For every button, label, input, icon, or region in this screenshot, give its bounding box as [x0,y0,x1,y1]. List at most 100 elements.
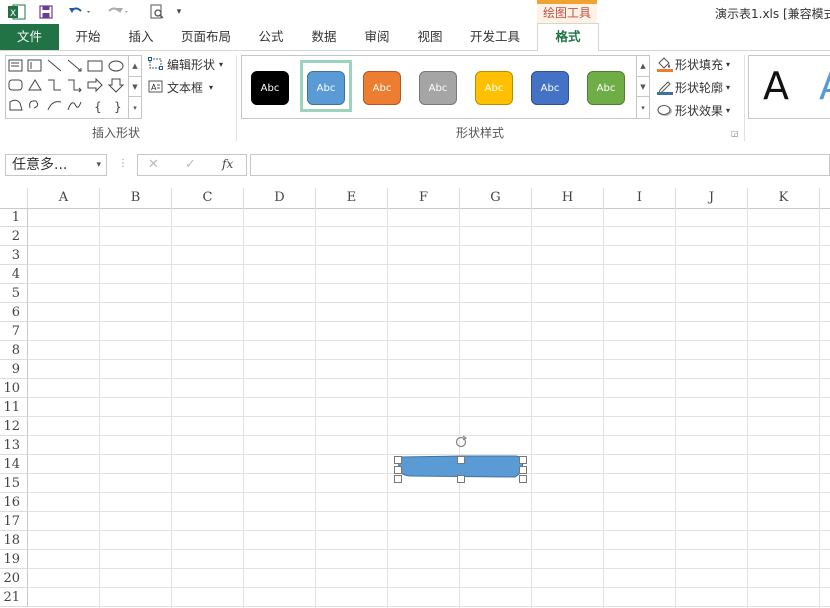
styles-scroll-up[interactable]: ▲ [636,56,649,76]
row-header-12[interactable]: 12 [0,417,28,436]
gridline-horizontal [28,416,830,417]
resize-handle-bottom-right[interactable] [519,475,527,483]
column-header-d[interactable]: D [244,188,316,208]
styles-scroll-down[interactable]: ▼ [636,76,649,97]
row-header-11[interactable]: 11 [0,398,28,417]
row-header-10[interactable]: 10 [0,379,28,398]
resize-handle-top-right[interactable] [519,456,527,464]
shapes-scroll-up[interactable]: ▲ [128,56,141,76]
shape-fill-button[interactable]: 形状填充 ▾ [656,55,730,73]
style-swatch-dark-blue[interactable]: Abc [531,71,569,105]
insert-function-button[interactable]: fx [222,157,233,171]
customize-toolbar-icon[interactable]: ▾ [172,3,186,21]
dialog-launcher-icon[interactable]: ◲ [731,129,741,139]
shape-outline-label: 形状轮廓 [675,80,724,95]
column-header-j[interactable]: J [676,188,748,208]
tab-home[interactable]: 开始 [64,24,112,50]
row-header-1[interactable]: 1 [0,208,28,227]
column-header-g[interactable]: G [460,188,532,208]
row-header-5[interactable]: 5 [0,284,28,303]
text-box-button[interactable]: A 文本框 ▾ [148,78,213,96]
redo-icon[interactable] [104,3,132,21]
undo-icon[interactable] [66,3,94,21]
gridline-horizontal [28,587,830,588]
formula-input[interactable] [250,154,830,176]
gridline-horizontal [28,245,830,246]
row-header-14[interactable]: 14 [0,455,28,474]
save-icon[interactable] [36,3,56,21]
row-header-15[interactable]: 15 [0,474,28,493]
chevron-down-icon: ▾ [726,105,731,115]
row-header-9[interactable]: 9 [0,360,28,379]
wordart-style-plain[interactable]: A [763,64,789,108]
resize-handle-top-center[interactable] [457,456,465,464]
style-swatch-orange[interactable]: Abc [363,71,401,105]
shape-effects-button[interactable]: 形状效果 ▾ [656,101,730,119]
gridline-vertical [459,208,460,608]
gridline-horizontal [28,283,830,284]
row-header-3[interactable]: 3 [0,246,28,265]
resize-handle-middle-left[interactable] [394,466,402,474]
chevron-down-icon[interactable]: ▾ [96,155,101,175]
column-header-h[interactable]: H [532,188,604,208]
gridline-vertical [747,208,748,608]
resize-handle-middle-right[interactable] [519,466,527,474]
row-header-21[interactable]: 21 [0,588,28,607]
wordart-style-blue[interactable]: A [819,64,830,108]
column-header-b[interactable]: B [100,188,172,208]
select-all-corner[interactable] [0,188,28,208]
worksheet-grid[interactable]: ABCDEFGHIJK 1 2 3 4 5 6 7 8 9 10 11 12 13 14 15 16 17 18 1… [0,188,830,608]
rotation-handle-icon[interactable] [453,434,469,450]
tab-file[interactable]: 文件 [0,24,59,50]
print-preview-icon[interactable] [146,3,168,21]
column-header-e[interactable]: E [316,188,388,208]
row-header-6[interactable]: 6 [0,303,28,322]
row-header-4[interactable]: 4 [0,265,28,284]
row-header-16[interactable]: 16 [0,493,28,512]
styles-more-button[interactable]: ▾ [636,96,649,119]
name-box[interactable]: 任意多... ▾ [5,154,107,176]
cancel-entry-button[interactable]: ✕ [148,157,159,172]
column-header-a[interactable]: A [28,188,100,208]
shape-outline-button[interactable]: 形状轮廓 ▾ [656,78,730,96]
style-swatch-gold[interactable]: Abc [475,71,513,105]
tab-insert[interactable]: 插入 [117,24,165,50]
style-swatch-gray[interactable]: Abc [419,71,457,105]
shapes-more-button[interactable]: ▾ [128,96,141,119]
column-header-f[interactable]: F [388,188,460,208]
resize-handle-bottom-center[interactable] [457,475,465,483]
tab-page-layout[interactable]: 页面布局 [173,24,239,50]
paint-bucket-icon [656,56,674,72]
row-header-2[interactable]: 2 [0,227,28,246]
chevron-down-icon: ▾ [219,59,224,69]
tab-view[interactable]: 视图 [406,24,454,50]
tab-developer[interactable]: 开发工具 [461,24,529,50]
column-header-c[interactable]: C [172,188,244,208]
row-header-13[interactable]: 13 [0,436,28,455]
column-header-k[interactable]: K [748,188,820,208]
row-header-18[interactable]: 18 [0,531,28,550]
tab-format[interactable]: 格式 [537,23,599,52]
column-header-i[interactable]: I [604,188,676,208]
shapes-gallery-icons[interactable]: { } [6,56,128,118]
tab-formulas[interactable]: 公式 [247,24,295,50]
row-header-20[interactable]: 20 [0,569,28,588]
resize-handle-bottom-left[interactable] [394,475,402,483]
formula-buttons: ✕ ✓ fx [137,154,247,176]
row-header-19[interactable]: 19 [0,550,28,569]
gridline-horizontal [28,492,830,493]
gridline-vertical [387,208,388,608]
tab-review[interactable]: 审阅 [353,24,401,50]
row-header-7[interactable]: 7 [0,322,28,341]
edit-shape-button[interactable]: 编辑形状 ▾ [148,55,223,73]
wordart-styles-gallery[interactable]: A A [748,55,830,119]
style-swatch-black[interactable]: Abc [251,71,289,105]
row-header-8[interactable]: 8 [0,341,28,360]
resize-handle-top-left[interactable] [394,456,402,464]
style-swatch-blue[interactable]: Abc [307,71,345,105]
enter-entry-button[interactable]: ✓ [185,157,196,172]
shapes-scroll-down[interactable]: ▼ [128,76,141,97]
row-header-17[interactable]: 17 [0,512,28,531]
style-swatch-green[interactable]: Abc [587,71,625,105]
tab-data[interactable]: 数据 [300,24,348,50]
